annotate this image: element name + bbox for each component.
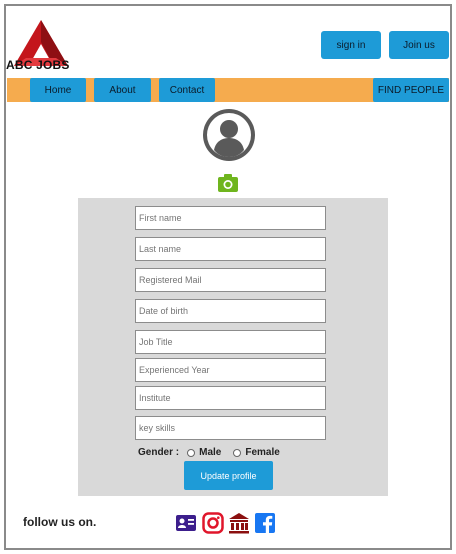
first-name-field[interactable] [135,206,326,230]
female-radio[interactable] [233,448,242,457]
user-avatar-icon [203,109,255,161]
male-radio[interactable] [187,448,196,457]
institution-icon[interactable] [228,512,250,534]
instagram-icon[interactable] [202,512,224,534]
update-profile-button[interactable]: Update profile [184,461,273,490]
sign-in-button[interactable]: sign in [321,31,381,59]
nav-about[interactable]: About [94,78,151,102]
profile-form: Gender : Male Female Update profile [78,198,388,496]
nav-contact[interactable]: Contact [159,78,215,102]
join-us-button[interactable]: Join us [389,31,449,59]
camera-icon[interactable] [218,174,238,192]
find-people-button[interactable]: FIND PEOPLE [373,78,449,102]
nav-home[interactable]: Home [30,78,86,102]
key-skills-field[interactable] [135,416,326,440]
male-label: Male [199,447,222,458]
experienced-year-field[interactable] [135,358,326,382]
logo-text: ABC JOBS [6,58,70,72]
email-field[interactable] [135,268,326,292]
id-card-icon[interactable] [175,512,197,534]
last-name-field[interactable] [135,237,326,261]
follow-us-label: follow us on. [23,515,97,529]
institute-field[interactable] [135,386,326,410]
navbar: Home About Contact FIND PEOPLE [7,78,449,102]
female-label: Female [245,447,280,458]
gender-selector: Gender : Male Female [138,447,280,458]
facebook-icon[interactable] [254,512,276,534]
gender-label: Gender : [138,447,180,458]
job-title-field[interactable] [135,330,326,354]
dob-field[interactable] [135,299,326,323]
